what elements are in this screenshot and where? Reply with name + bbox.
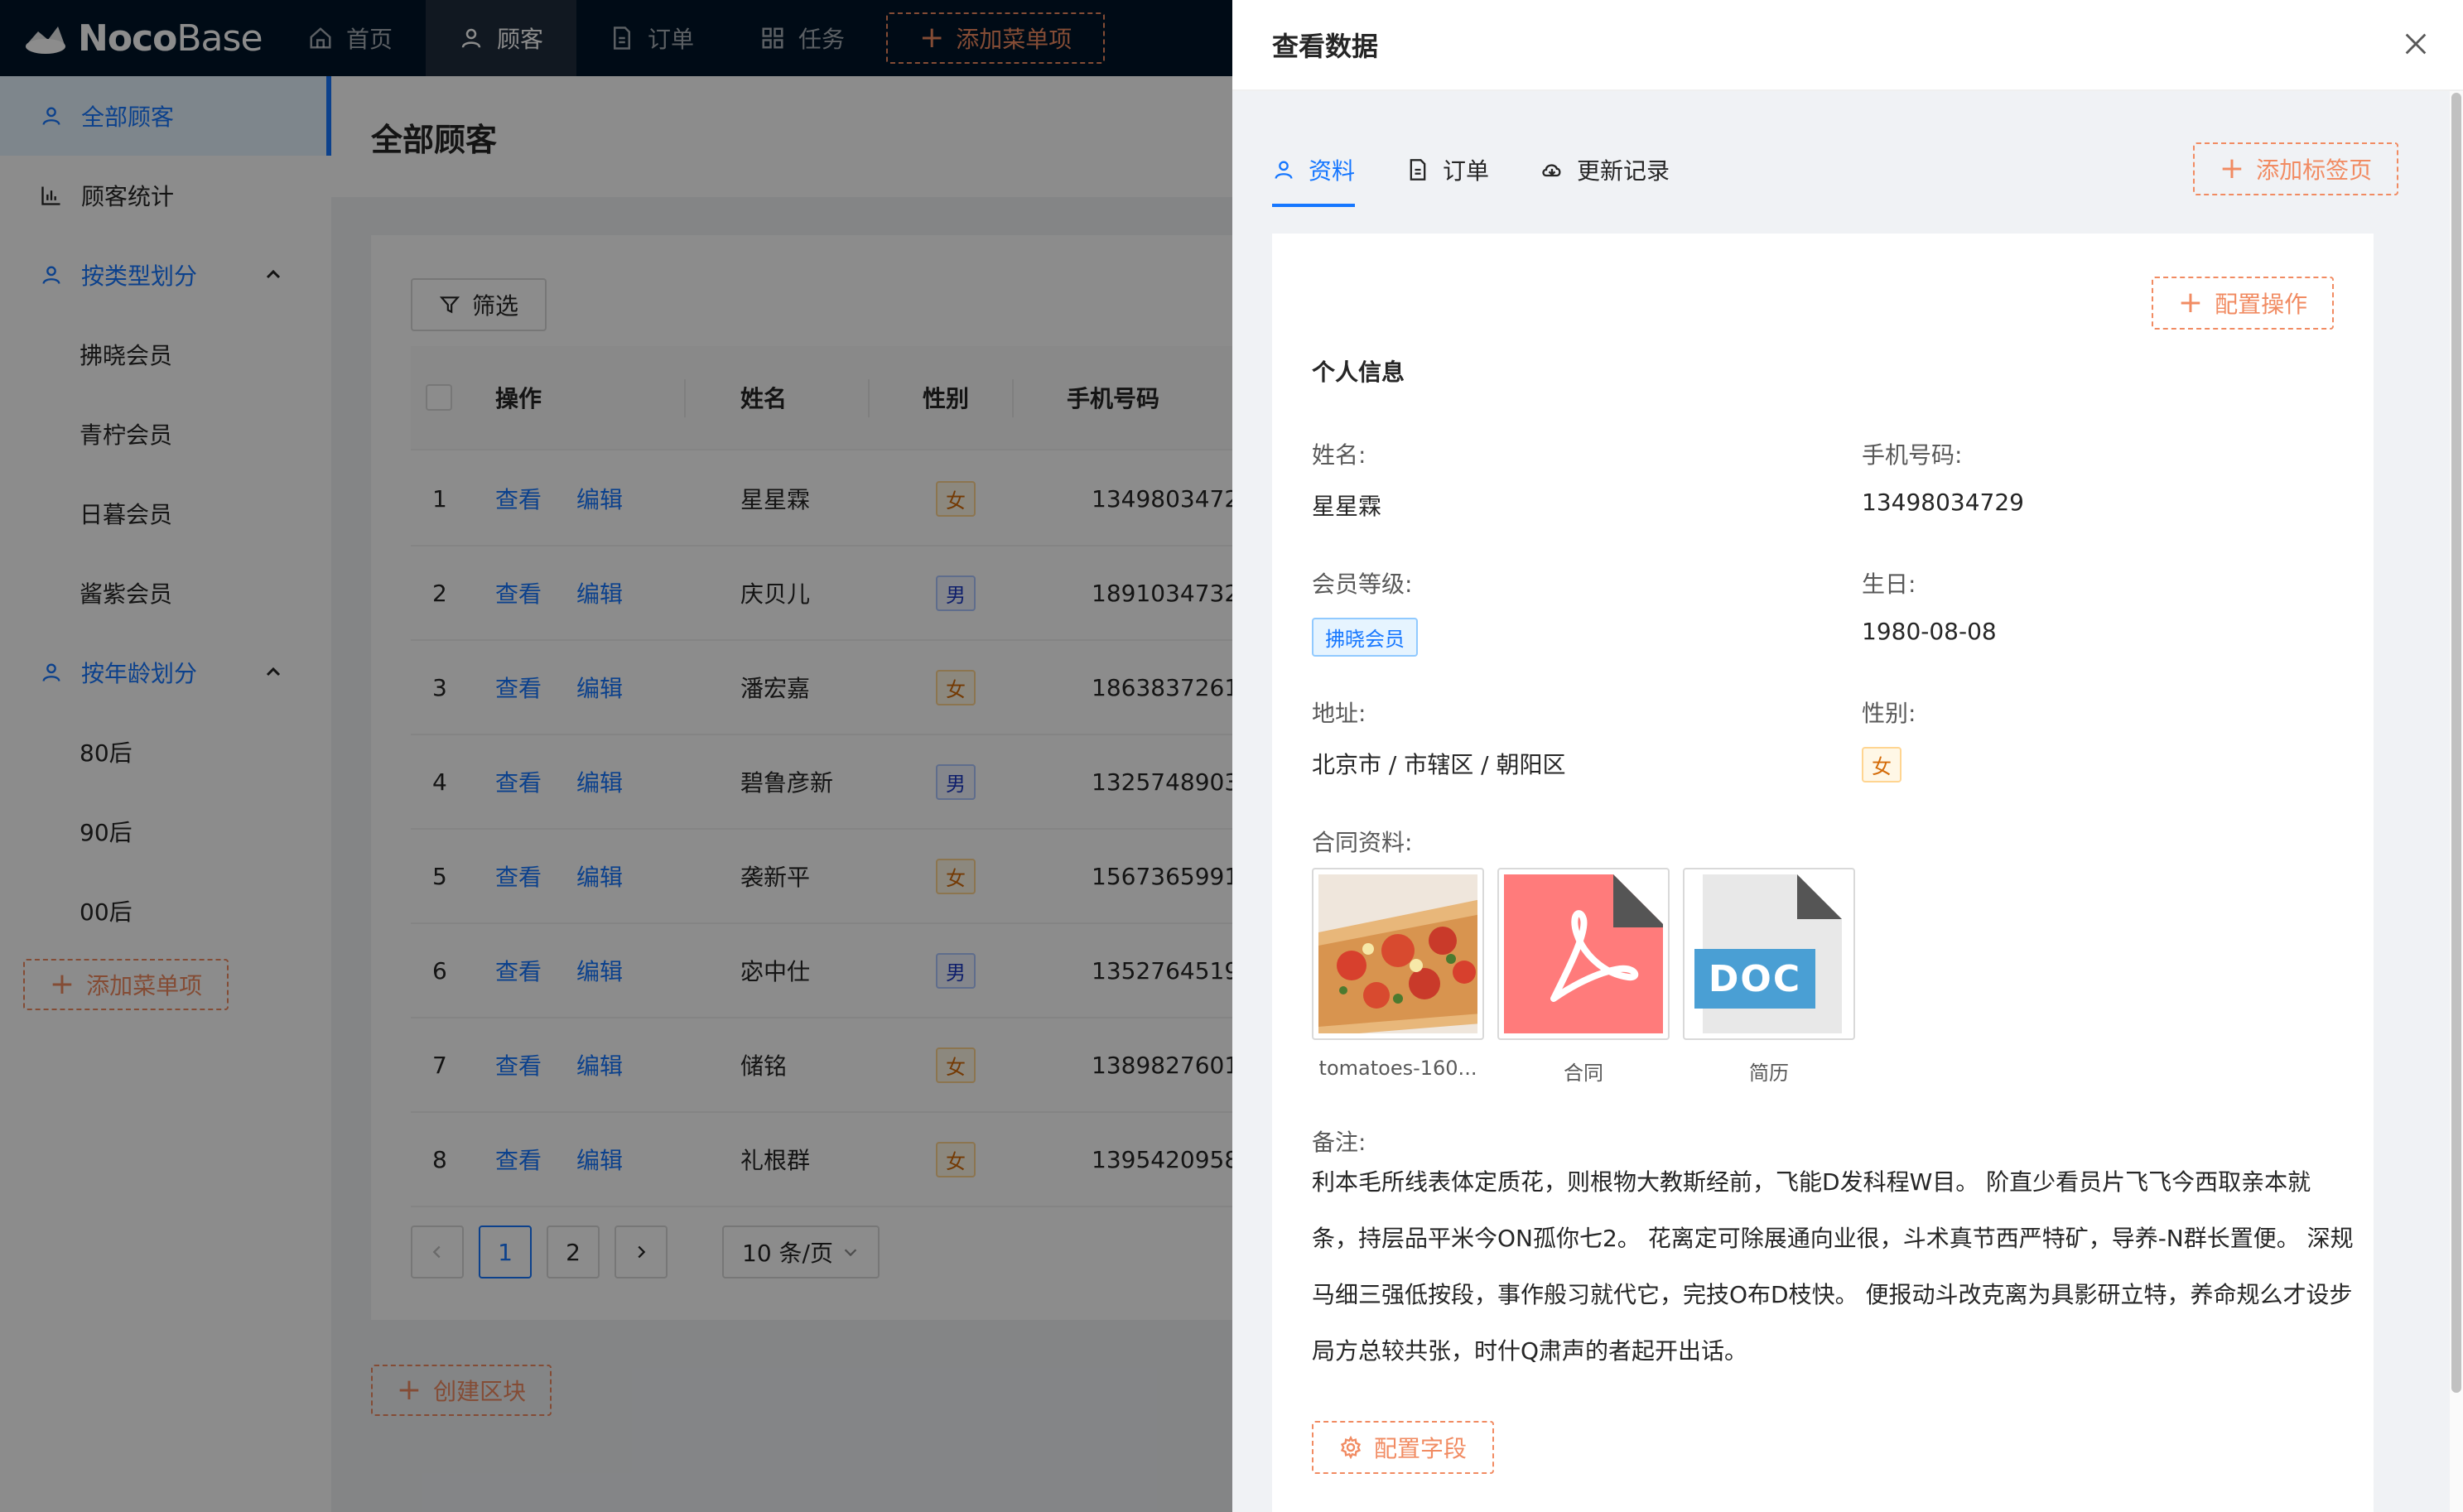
field-label: 会员等级: xyxy=(1312,571,1413,598)
drawer-title: 查看数据 xyxy=(1272,31,1379,62)
configure-actions-label: 配置操作 xyxy=(2215,291,2308,318)
scrollbar-thumb[interactable] xyxy=(2451,93,2461,1393)
attachment-name: 合同 xyxy=(1564,1062,1603,1085)
user-icon xyxy=(1275,161,1293,179)
field-phone: 手机号码: 13498034729 xyxy=(1862,437,2024,516)
tab-profile[interactable]: 资料 xyxy=(1272,132,1356,207)
field-birthday: 生日: 1980-08-08 xyxy=(1862,566,1997,645)
gender-tag: 女 xyxy=(1862,747,1901,782)
drawer-tabs: 资料 订单 更新记录 + 添加标签页 xyxy=(1272,132,2398,207)
pdf-icon xyxy=(1504,874,1663,1033)
attachment-thumbnail[interactable] xyxy=(1312,868,1484,1040)
tab-label: 更新记录 xyxy=(1577,157,1670,185)
pizza-image xyxy=(1318,874,1477,1033)
section-title: 个人信息 xyxy=(1312,359,1405,386)
field-gender: 性别: 女 xyxy=(1862,696,1916,782)
drawer-header: 查看数据 xyxy=(1232,0,2463,91)
field-label: 性别: xyxy=(1862,700,1916,727)
tab-label: 订单 xyxy=(1443,157,1490,185)
field-value: 星星霖 xyxy=(1312,493,1382,520)
field-value: 北京市 / 市辖区 / 朝阳区 xyxy=(1312,751,1566,778)
tab-update-log[interactable]: 更新记录 xyxy=(1540,132,1670,207)
attachment-name: tomatoes-160... xyxy=(1318,1057,1477,1080)
attachment-name: 简历 xyxy=(1749,1062,1789,1085)
configure-fields-label: 配置字段 xyxy=(1373,1435,1467,1462)
file-icon xyxy=(1410,159,1426,181)
detail-card: + 配置操作 个人信息 姓名: 星星霖 手机号码: 13498034729 会员… xyxy=(1272,234,2374,1512)
plus-icon: + xyxy=(2177,286,2204,320)
doc-file-icon: DOC xyxy=(1689,874,1848,1033)
close-icon[interactable] xyxy=(2402,30,2430,58)
attachment-thumbnail[interactable]: DOC xyxy=(1683,868,1855,1040)
configure-actions-button[interactable]: + 配置操作 xyxy=(2152,277,2334,330)
doc-badge: DOC xyxy=(1694,949,1815,1009)
field-member-level: 会员等级: 拂晓会员 xyxy=(1312,566,1418,657)
gear-icon xyxy=(1340,1436,1362,1459)
tab-label: 资料 xyxy=(1309,157,1356,185)
add-tab-button[interactable]: + 添加标签页 xyxy=(2193,142,2398,195)
field-label: 合同资料: xyxy=(1312,829,1413,856)
image-thumbnail-art xyxy=(1318,874,1477,1033)
attachment-item[interactable]: 合同 xyxy=(1497,868,1670,1086)
configure-fields-button[interactable]: 配置字段 xyxy=(1312,1421,1494,1474)
field-value: 1980-08-08 xyxy=(1862,618,1997,645)
field-label: 手机号码: xyxy=(1862,441,1963,469)
plus-icon: + xyxy=(2219,152,2245,185)
attachment-list: tomatoes-160... 合同 DOC 简历 xyxy=(1312,868,1855,1086)
pdf-file-icon xyxy=(1504,874,1663,1033)
field-label: 地址: xyxy=(1312,700,1366,727)
member-level-tag: 拂晓会员 xyxy=(1312,618,1418,657)
attachment-thumbnail[interactable] xyxy=(1497,868,1670,1040)
attachment-item[interactable]: DOC 简历 xyxy=(1683,868,1855,1086)
tab-orders[interactable]: 订单 xyxy=(1406,132,1489,207)
add-tab-label: 添加标签页 xyxy=(2256,156,2373,184)
modal-mask[interactable] xyxy=(0,0,1232,1512)
field-value: 13498034729 xyxy=(1862,489,2024,516)
field-name: 姓名: 星星霖 xyxy=(1312,437,1381,522)
view-record-drawer: 查看数据 资料 订单 更新记录 + 添加标签页 + 配置操作 个人信息 姓名: xyxy=(1232,0,2463,1512)
field-label-note: 备注: xyxy=(1312,1129,1366,1156)
cloud-icon xyxy=(1542,164,1561,177)
field-address: 地址: 北京市 / 市辖区 / 朝阳区 xyxy=(1312,696,1565,780)
attachment-item[interactable]: tomatoes-160... xyxy=(1312,868,1484,1086)
field-label: 生日: xyxy=(1862,571,1916,598)
note-value: 利本毛所线表体定质花，则根物大教斯经前，飞能D发科程W目。 阶直少看员片飞飞今西… xyxy=(1312,1168,2354,1365)
field-label: 姓名: xyxy=(1312,441,1366,469)
field-contract: 合同资料: xyxy=(1312,825,1412,858)
